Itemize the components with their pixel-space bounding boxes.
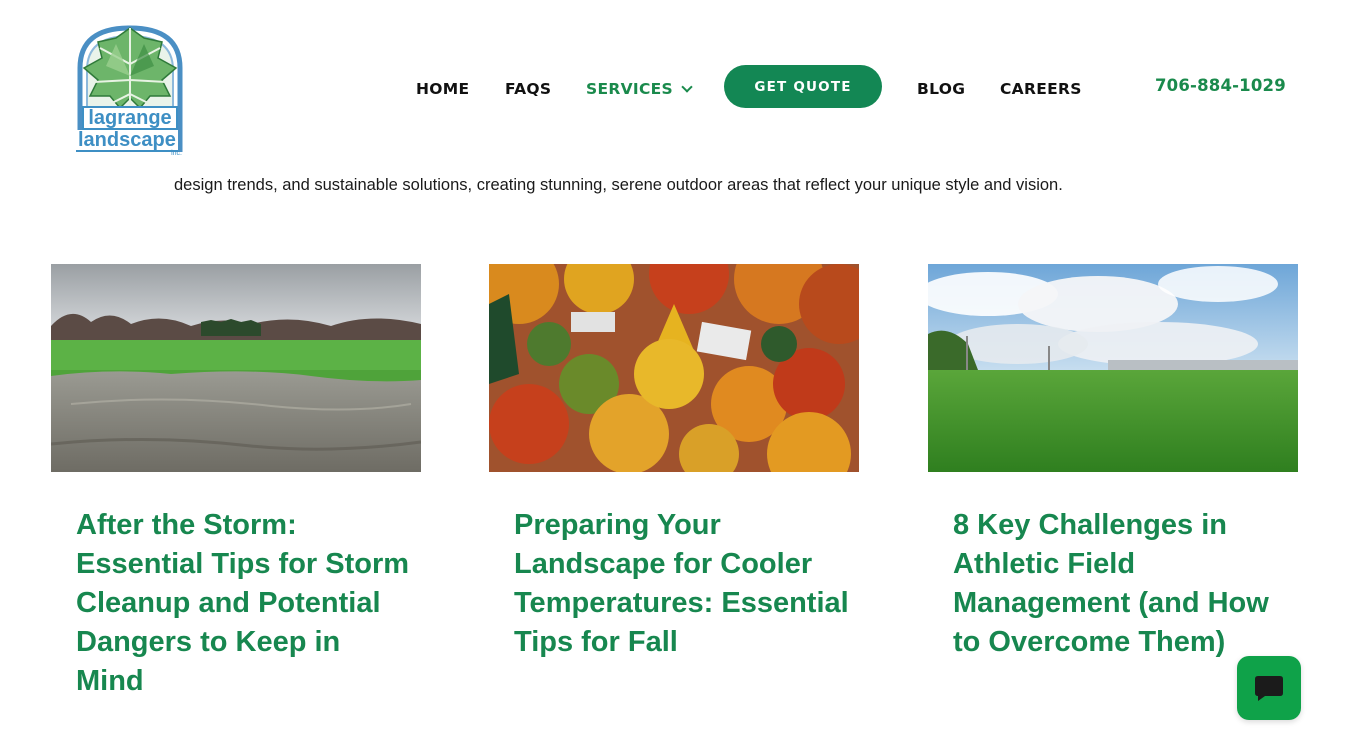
nav-careers[interactable]: CAREERS bbox=[1000, 80, 1082, 98]
post-image-autumn-garden[interactable] bbox=[489, 264, 859, 472]
logo-text-line2: landscape bbox=[76, 129, 178, 152]
nav-services-label: SERVICES bbox=[586, 80, 673, 98]
blog-card: 8 Key Challenges in Athletic Field Manag… bbox=[928, 264, 1298, 662]
post-title[interactable]: 8 Key Challenges in Athletic Field Manag… bbox=[928, 506, 1298, 662]
blog-card: After the Storm: Essential Tips for Stor… bbox=[51, 264, 421, 701]
nav-services[interactable]: SERVICES bbox=[586, 80, 693, 98]
intro-paragraph: design trends, and sustainable solutions… bbox=[174, 176, 1063, 194]
nav-home[interactable]: HOME bbox=[416, 80, 469, 98]
blog-card: Preparing Your Landscape for Cooler Temp… bbox=[489, 264, 859, 662]
chevron-down-icon bbox=[681, 81, 693, 93]
main-nav: HOME FAQS SERVICES GET QUOTE BLOG CAREER… bbox=[0, 64, 1348, 110]
phone-link[interactable]: 706-884-1029 bbox=[1155, 76, 1286, 95]
chat-bubble-icon bbox=[1255, 676, 1283, 701]
logo-text-suffix: inc. bbox=[171, 150, 182, 157]
post-title[interactable]: After the Storm: Essential Tips for Stor… bbox=[51, 506, 421, 701]
chat-button[interactable] bbox=[1237, 656, 1301, 720]
post-title[interactable]: Preparing Your Landscape for Cooler Temp… bbox=[489, 506, 859, 662]
post-image-flooded-field[interactable] bbox=[51, 264, 421, 472]
nav-faqs[interactable]: FAQS bbox=[505, 80, 551, 98]
nav-blog[interactable]: BLOG bbox=[917, 80, 965, 98]
post-image-athletic-field[interactable] bbox=[928, 264, 1298, 472]
get-quote-button[interactable]: GET QUOTE bbox=[724, 65, 882, 108]
